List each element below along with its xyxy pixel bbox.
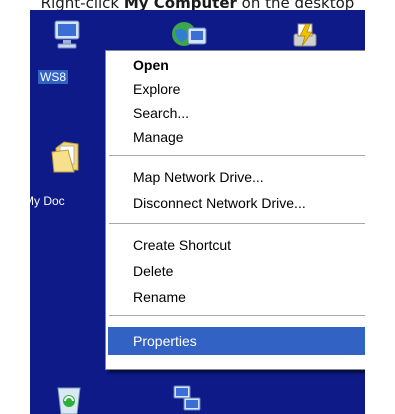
- desktop-icon-label-documents[interactable]: My Doc: [30, 194, 65, 208]
- menu-item-create-shortcut[interactable]: Create Shortcut: [108, 233, 365, 257]
- desktop-icon-label-computer[interactable]: WS8: [38, 70, 69, 84]
- desktop: WS8 My Doc: [30, 10, 365, 414]
- menu-separator: [109, 315, 365, 317]
- menu-item-disconnect-network-drive[interactable]: Disconnect Network Drive...: [108, 191, 365, 215]
- menu-item-search[interactable]: Search...: [108, 101, 365, 125]
- menu-item-rename[interactable]: Rename: [108, 285, 365, 309]
- network-computers-icon[interactable]: [170, 382, 204, 414]
- menu-item-delete[interactable]: Delete: [108, 259, 365, 283]
- menu-item-map-network-drive[interactable]: Map Network Drive...: [108, 165, 365, 189]
- network-places-icon[interactable]: [170, 18, 208, 52]
- menu-item-properties[interactable]: Properties: [108, 327, 365, 355]
- menu-separator: [109, 223, 365, 225]
- printer-icon[interactable]: [288, 18, 322, 52]
- my-documents-icon[interactable]: [48, 136, 84, 176]
- menu-item-open[interactable]: Open: [108, 53, 365, 77]
- menu-item-explore[interactable]: Explore: [108, 77, 365, 101]
- my-computer-icon[interactable]: [50, 18, 84, 52]
- recycle-bin-icon[interactable]: [52, 382, 86, 414]
- menu-separator: [109, 155, 365, 157]
- menu-item-manage[interactable]: Manage: [108, 125, 365, 149]
- context-menu: Open Explore Search... Manage Map Networ…: [105, 50, 365, 370]
